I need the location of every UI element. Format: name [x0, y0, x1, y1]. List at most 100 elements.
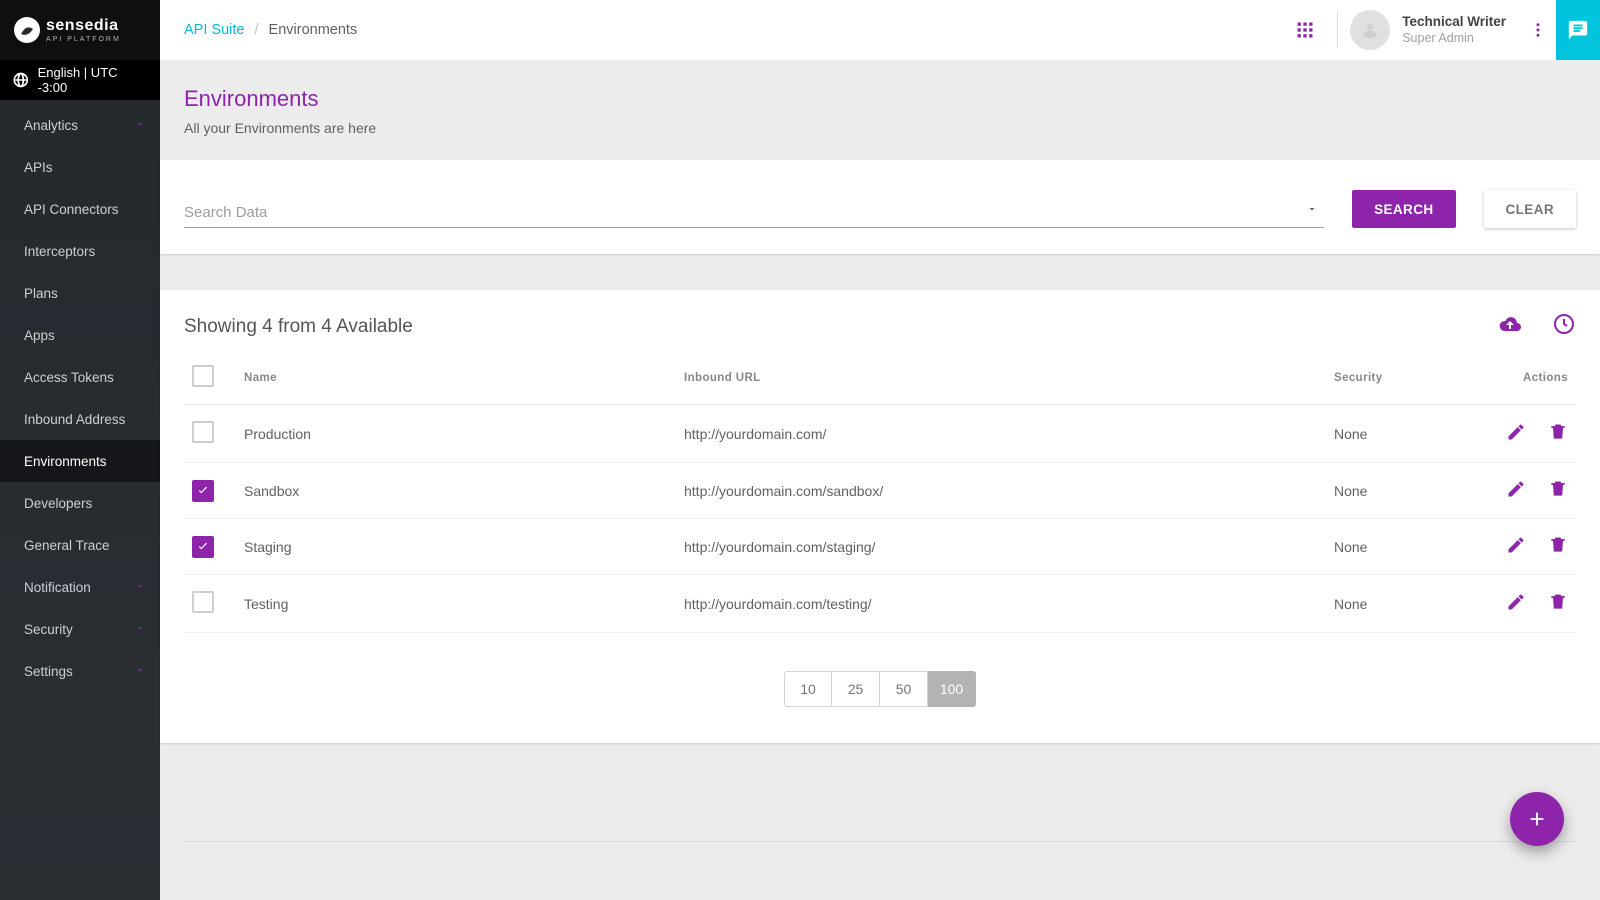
pencil-icon — [1506, 479, 1526, 499]
environments-table: Name Inbound URL Security Actions Produc… — [184, 351, 1576, 633]
sidebar-nav: Analytics APIs API Connectors Interceptors P… — [0, 100, 160, 900]
search-button[interactable]: Search — [1352, 190, 1455, 228]
page-size-100[interactable]: 100 — [928, 671, 976, 707]
sidebar-item-apps[interactable]: Apps — [0, 314, 160, 356]
sidebar-item-apis[interactable]: APIs — [0, 146, 160, 188]
select-all-checkbox[interactable] — [192, 365, 214, 387]
sidebar-item-general-trace[interactable]: General Trace — [0, 524, 160, 566]
sidebar-item-security[interactable]: Security — [0, 608, 160, 650]
brand-logo[interactable]: sensedia API PLATFORM — [0, 0, 160, 60]
cell-url: http://yourdomain.com/ — [676, 405, 1326, 463]
breadcrumb: API Suite / Environments — [184, 22, 357, 38]
trash-icon — [1548, 422, 1568, 442]
sidebar-item-label: Developers — [24, 496, 92, 511]
delete-button[interactable] — [1548, 592, 1568, 615]
sidebar-item-environments[interactable]: Environments — [0, 440, 160, 482]
topbar: API Suite / Environments — [160, 0, 1600, 60]
cell-security: None — [1326, 519, 1476, 575]
cell-name: Testing — [236, 575, 676, 633]
sidebar-item-label: Plans — [24, 286, 58, 301]
col-url: Inbound URL — [676, 351, 1326, 405]
locale-switcher[interactable]: English | UTC -3:00 — [0, 60, 160, 100]
delete-button[interactable] — [1548, 422, 1568, 445]
chevron-down-icon — [134, 580, 146, 595]
sidebar-item-api-connectors[interactable]: API Connectors — [0, 188, 160, 230]
breadcrumb-current: Environments — [269, 22, 358, 38]
trash-icon — [1548, 479, 1568, 499]
sidebar-item-analytics[interactable]: Analytics — [0, 104, 160, 146]
delete-button[interactable] — [1548, 535, 1568, 558]
sidebar-item-plans[interactable]: Plans — [0, 272, 160, 314]
delete-button[interactable] — [1548, 479, 1568, 502]
cell-security: None — [1326, 405, 1476, 463]
page-title: Environments — [184, 86, 1576, 112]
cell-name: Production — [236, 405, 676, 463]
search-placeholder: Search Data — [184, 204, 267, 221]
avatar-icon — [1358, 18, 1382, 42]
chevron-down-icon — [134, 118, 146, 133]
history-button[interactable] — [1552, 312, 1576, 341]
sidebar-item-label: API Connectors — [24, 202, 119, 217]
trash-icon — [1548, 535, 1568, 555]
current-user: Technical Writer Super Admin — [1402, 14, 1506, 47]
table-row: Sandboxhttp://yourdomain.com/sandbox/Non… — [184, 463, 1576, 519]
search-card: Search Data Search Clear — [160, 160, 1600, 254]
more-vert-icon — [1529, 21, 1547, 39]
table-row: Staginghttp://yourdomain.com/staging/Non… — [184, 519, 1576, 575]
edit-button[interactable] — [1506, 535, 1526, 558]
apps-grid-button[interactable] — [1285, 10, 1325, 50]
sidebar: sensedia API PLATFORM English | UTC -3:0… — [0, 0, 160, 900]
sidebar-item-inbound-address[interactable]: Inbound Address — [0, 398, 160, 440]
avatar[interactable] — [1350, 10, 1390, 50]
pencil-icon — [1506, 592, 1526, 612]
page-size-50[interactable]: 50 — [880, 671, 928, 707]
topbar-more-button[interactable] — [1520, 10, 1556, 50]
edit-button[interactable] — [1506, 479, 1526, 502]
trash-icon — [1548, 592, 1568, 612]
sidebar-item-developers[interactable]: Developers — [0, 482, 160, 524]
cell-url: http://yourdomain.com/sandbox/ — [676, 463, 1326, 519]
row-checkbox[interactable] — [192, 536, 214, 558]
sidebar-item-notification[interactable]: Notification — [0, 566, 160, 608]
col-security: Security — [1326, 351, 1476, 405]
upload-button[interactable] — [1498, 312, 1522, 341]
main: API Suite / Environments — [160, 0, 1600, 900]
locale-label: English | UTC -3:00 — [38, 65, 148, 95]
page-size-selector: 102550100 — [184, 671, 1576, 707]
sidebar-item-label: Security — [24, 622, 73, 637]
sidebar-item-settings[interactable]: Settings — [0, 650, 160, 692]
sidebar-item-label: General Trace — [24, 538, 110, 553]
row-checkbox[interactable] — [192, 421, 214, 443]
table-row: Productionhttp://yourdomain.com/None — [184, 405, 1576, 463]
sidebar-item-access-tokens[interactable]: Access Tokens — [0, 356, 160, 398]
sidebar-item-interceptors[interactable]: Interceptors — [0, 230, 160, 272]
search-input[interactable]: Search Data — [184, 198, 1324, 228]
brand-tagline: API PLATFORM — [46, 36, 121, 43]
cloud-upload-icon — [1498, 312, 1522, 336]
page-size-10[interactable]: 10 — [784, 671, 832, 707]
edit-button[interactable] — [1506, 592, 1526, 615]
clear-button[interactable]: Clear — [1484, 190, 1577, 228]
sidebar-item-label: Inbound Address — [24, 412, 125, 427]
chevron-down-icon — [134, 664, 146, 679]
cell-url: http://yourdomain.com/testing/ — [676, 575, 1326, 633]
page-header: Environments All your Environments are h… — [160, 60, 1600, 160]
col-name: Name — [236, 351, 676, 405]
sidebar-item-label: Analytics — [24, 118, 78, 133]
add-environment-fab[interactable] — [1510, 792, 1564, 846]
page-size-25[interactable]: 25 — [832, 671, 880, 707]
col-actions: Actions — [1476, 351, 1576, 405]
sidebar-item-label: Access Tokens — [24, 370, 114, 385]
breadcrumb-root[interactable]: API Suite — [184, 22, 244, 38]
chat-button[interactable] — [1556, 0, 1600, 60]
edit-button[interactable] — [1506, 422, 1526, 445]
cell-security: None — [1326, 575, 1476, 633]
sidebar-item-label: Interceptors — [24, 244, 95, 259]
cell-name: Sandbox — [236, 463, 676, 519]
chat-icon — [1567, 19, 1589, 41]
sidebar-item-label: Settings — [24, 664, 73, 679]
sidebar-item-label: APIs — [24, 160, 53, 175]
row-checkbox[interactable] — [192, 480, 214, 502]
user-name: Technical Writer — [1402, 14, 1506, 31]
row-checkbox[interactable] — [192, 591, 214, 613]
